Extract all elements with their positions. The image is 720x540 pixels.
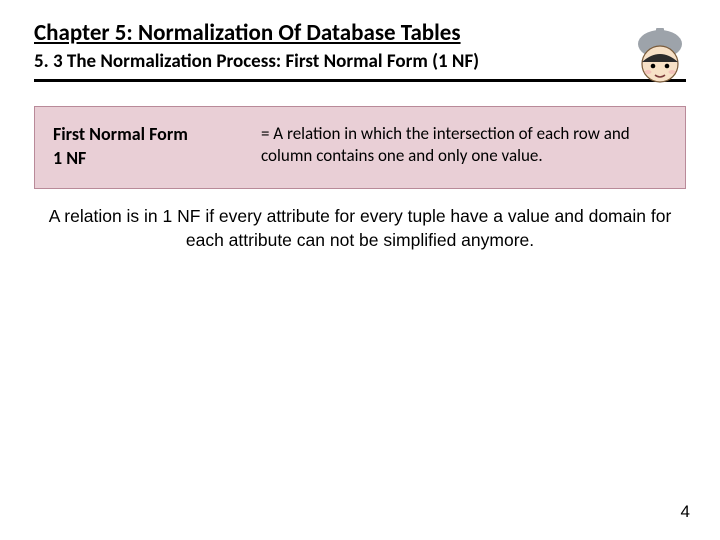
slide-header: Chapter 5: Normalization Of Database Tab… [0,0,720,82]
definition-term-line2: 1 NF [53,147,86,169]
slide: Chapter 5: Normalization Of Database Tab… [0,0,720,540]
page-number: 4 [681,502,690,522]
section-title: 5. 3 The Normalization Process: First No… [34,50,686,74]
definition-term-line1: First Normal Form [53,123,188,145]
definition-box: First Normal Form 1 NF = A relation in w… [34,106,686,189]
header-divider [34,79,686,82]
definition-term: First Normal Form 1 NF [53,123,243,170]
body-paragraph: A relation is in 1 NF if every attribute… [44,205,676,252]
person-avatar-icon [628,22,692,86]
definition-description: = A relation in which the intersection o… [261,123,667,170]
chapter-title: Chapter 5: Normalization Of Database Tab… [34,20,686,48]
